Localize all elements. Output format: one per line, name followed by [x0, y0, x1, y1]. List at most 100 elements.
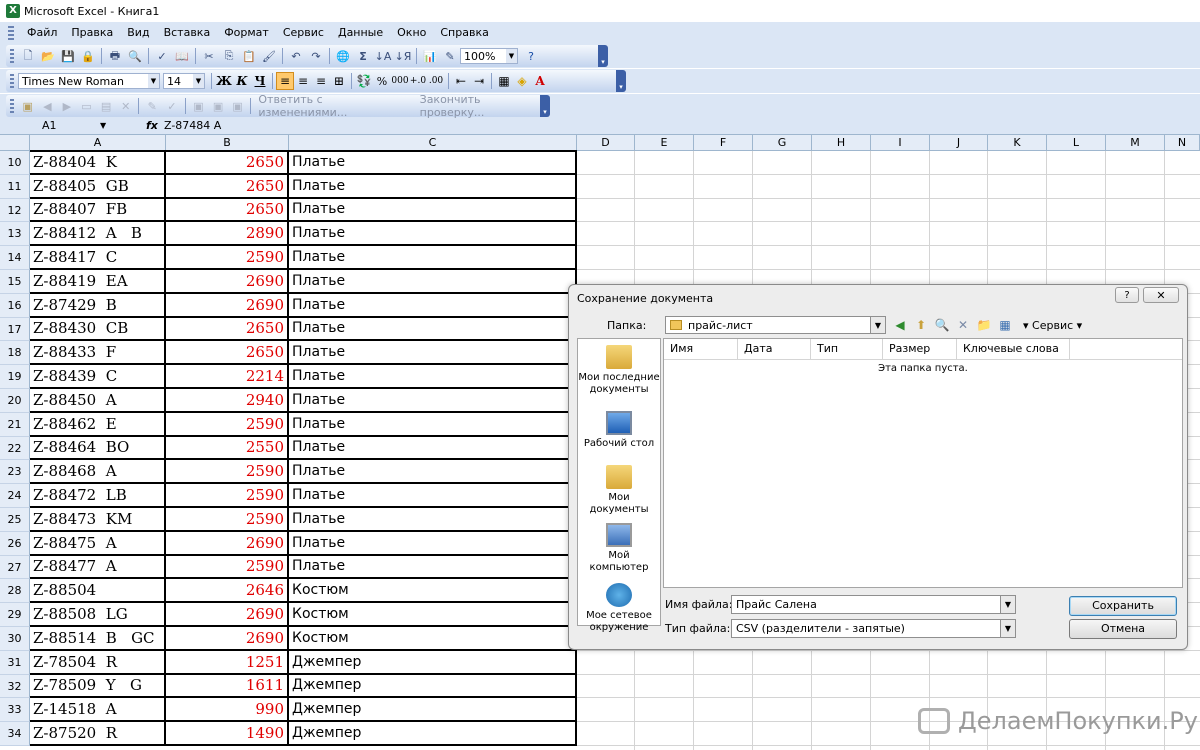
cell-a[interactable]: Z-78509 Y G — [30, 675, 166, 698]
print-preview-icon[interactable]: 🔍 — [126, 47, 144, 65]
cell-c[interactable]: Платье — [289, 270, 577, 294]
cell-c[interactable]: Джемпер — [289, 651, 577, 675]
cell-c[interactable]: Платье — [289, 175, 577, 199]
cell-a[interactable]: Z-88464 BO — [30, 437, 166, 460]
cell-b[interactable]: 2690 — [166, 603, 289, 627]
cell-c[interactable]: Джемпер — [289, 675, 577, 698]
menu-edit[interactable]: Правка — [64, 22, 120, 44]
cell-c[interactable]: Платье — [289, 318, 577, 341]
delete-icon[interactable]: ✕ — [954, 317, 972, 333]
font-size-select[interactable]: 14 ▼ — [163, 73, 205, 89]
cell-c[interactable]: Платье — [289, 294, 577, 318]
menu-grip-icon[interactable] — [8, 26, 14, 40]
place-my-computer[interactable]: Мой компьютер — [578, 523, 660, 574]
cell-a[interactable]: Z-88514 B GC — [30, 627, 166, 651]
cell-c[interactable]: Платье — [289, 246, 577, 270]
cut-icon[interactable]: ✂ — [200, 47, 218, 65]
row-header[interactable]: 18 — [0, 341, 30, 365]
bold-button[interactable]: Ж — [215, 72, 233, 90]
views-icon[interactable]: ▦ — [996, 317, 1014, 333]
cell-a[interactable]: Z-88404 K — [30, 151, 166, 175]
column-header-j[interactable]: J — [930, 135, 988, 151]
chevron-down-icon[interactable]: ▼ — [506, 49, 517, 63]
name-box[interactable]: A1 ▼ — [6, 118, 116, 134]
cell-c[interactable]: Платье — [289, 151, 577, 175]
column-keywords[interactable]: Ключевые слова — [957, 339, 1070, 359]
cell-b[interactable]: 2690 — [166, 532, 289, 556]
help-icon[interactable]: ? — [522, 47, 540, 65]
cell-b[interactable]: 2646 — [166, 579, 289, 603]
merge-center-icon[interactable]: ⊞ — [330, 72, 348, 90]
filename-input[interactable]: Прайс Салена ▼ — [731, 595, 1016, 614]
column-date[interactable]: Дата — [738, 339, 811, 359]
cell-a[interactable]: Z-88439 C — [30, 365, 166, 389]
cell-c[interactable]: Платье — [289, 532, 577, 556]
increase-indent-icon[interactable]: ⇥ — [470, 72, 488, 90]
cell-b[interactable]: 1251 — [166, 651, 289, 675]
copy-icon[interactable]: ⎘ — [220, 47, 238, 65]
italic-button[interactable]: К — [233, 72, 251, 90]
column-header-k[interactable]: K — [988, 135, 1047, 151]
cancel-button[interactable]: Отмена — [1069, 619, 1177, 639]
cell-b[interactable]: 2590 — [166, 460, 289, 484]
cell-b[interactable]: 2550 — [166, 437, 289, 460]
zoom-select[interactable]: 100% ▼ — [460, 48, 518, 64]
redo-icon[interactable]: ↷ — [307, 47, 325, 65]
cell-b[interactable]: 2650 — [166, 199, 289, 222]
cell-b[interactable]: 2650 — [166, 175, 289, 199]
review-icon-1[interactable]: ▣ — [190, 97, 208, 115]
show-all-comments-icon[interactable]: ▤ — [97, 97, 115, 115]
row-header[interactable]: 31 — [0, 651, 30, 675]
accept-change-icon[interactable]: ✓ — [163, 97, 181, 115]
cell-b[interactable]: 2690 — [166, 294, 289, 318]
menu-tools[interactable]: Сервис — [276, 22, 331, 44]
cell-c[interactable]: Платье — [289, 222, 577, 246]
cell-b[interactable]: 1611 — [166, 675, 289, 698]
column-header-b[interactable]: B — [166, 135, 289, 151]
cell-c[interactable]: Платье — [289, 389, 577, 413]
row-header[interactable]: 27 — [0, 556, 30, 579]
chevron-down-icon[interactable]: ▼ — [1000, 620, 1015, 637]
track-changes-icon[interactable]: ✎ — [143, 97, 161, 115]
column-name[interactable]: Имя — [664, 339, 738, 359]
up-folder-icon[interactable]: ⬆ — [912, 317, 930, 333]
previous-comment-icon[interactable]: ◀ — [39, 97, 57, 115]
menu-help[interactable]: Справка — [433, 22, 495, 44]
back-icon[interactable]: ◀ — [891, 317, 909, 333]
place-desktop[interactable]: Рабочий стол — [578, 411, 660, 450]
select-all-corner[interactable] — [0, 135, 30, 151]
toolbar-options-icon[interactable]: ▾ — [616, 70, 626, 92]
delete-comment-icon[interactable]: ✕ — [117, 97, 135, 115]
cell-b[interactable]: 2590 — [166, 413, 289, 437]
column-header-m[interactable]: M — [1106, 135, 1165, 151]
next-comment-icon[interactable]: ▶ — [58, 97, 76, 115]
undo-icon[interactable]: ↶ — [287, 47, 305, 65]
cell-a[interactable]: Z-88450 A — [30, 389, 166, 413]
cell-b[interactable]: 2214 — [166, 365, 289, 389]
paste-icon[interactable]: 📋 — [240, 47, 258, 65]
place-recent-documents[interactable]: Мои последние документы — [578, 345, 660, 396]
row-header[interactable]: 30 — [0, 627, 30, 651]
cell-a[interactable]: Z-88475 A — [30, 532, 166, 556]
column-header-c[interactable]: C — [289, 135, 577, 151]
dialog-help-button[interactable]: ? — [1115, 287, 1139, 303]
cell-a[interactable]: Z-88430 CB — [30, 318, 166, 341]
cell-a[interactable]: Z-88433 F — [30, 341, 166, 365]
filetype-select[interactable]: CSV (разделители - запятые) ▼ — [731, 619, 1016, 638]
cell-c[interactable]: Платье — [289, 199, 577, 222]
cell-c[interactable]: Платье — [289, 556, 577, 579]
menu-format[interactable]: Формат — [217, 22, 276, 44]
new-document-icon[interactable]: 🗋 — [19, 47, 37, 65]
row-header[interactable]: 32 — [0, 675, 30, 698]
row-header[interactable]: 15 — [0, 270, 30, 294]
cell-b[interactable]: 2590 — [166, 508, 289, 532]
dialog-close-button[interactable]: ✕ — [1143, 287, 1179, 303]
cell-a[interactable]: Z-88504 — [30, 579, 166, 603]
cell-c[interactable]: Костюм — [289, 579, 577, 603]
increase-decimal-icon[interactable]: +.0 — [409, 72, 427, 90]
file-list[interactable]: Имя Дата Тип Размер Ключевые слова Эта п… — [663, 338, 1183, 588]
row-header[interactable]: 24 — [0, 484, 30, 508]
cell-c[interactable]: Платье — [289, 460, 577, 484]
thousands-separator-button[interactable]: 000 — [391, 72, 409, 90]
cell-b[interactable]: 2690 — [166, 270, 289, 294]
